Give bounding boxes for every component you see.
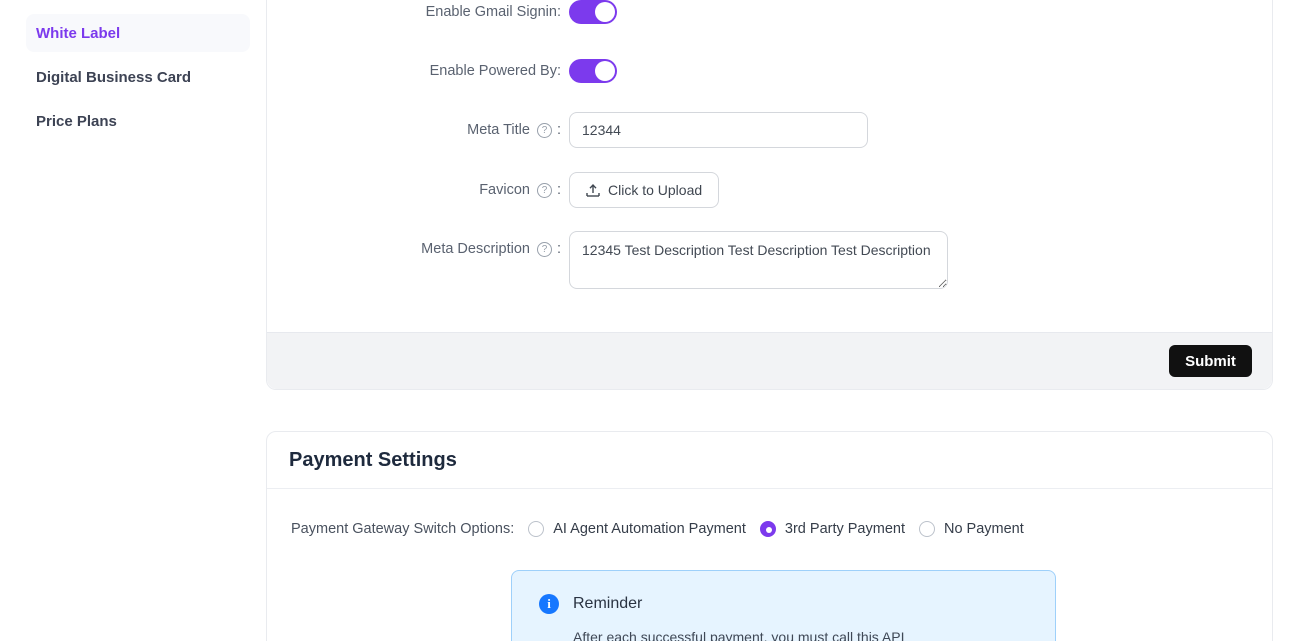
form-footer: Submit [267,332,1272,389]
sidebar-item-digital-business-card[interactable]: Digital Business Card [26,58,250,96]
toggle-knob [595,2,615,22]
enable-gmail-row: Enable Gmail Signin: [267,0,1272,25]
enable-powered-by-toggle[interactable] [569,59,617,83]
payment-settings-header: Payment Settings [267,432,1272,489]
enable-gmail-label: Enable Gmail Signin: [267,4,561,20]
reminder-title: Reminder [573,595,642,613]
payment-gateway-options-row: Payment Gateway Switch Options: AI Agent… [291,516,1024,542]
favicon-upload-button[interactable]: Click to Upload [569,172,719,208]
white-label-card: Enable Gmail Signin: Enable Powered By: … [266,0,1273,390]
sidebar-item-label: Price Plans [36,113,117,130]
enable-powered-by-label: Enable Powered By: [267,63,561,79]
payment-gateway-options-label: Payment Gateway Switch Options: [291,521,514,537]
meta-title-input[interactable] [569,112,868,148]
meta-title-label: Meta Title ? : [267,122,561,138]
payment-settings-card: Payment Settings Payment Gateway Switch … [266,431,1273,641]
favicon-row: Favicon ? : Click to Upload [267,172,1272,208]
info-icon: i [539,594,559,614]
radio-icon-selected [760,521,776,537]
enable-gmail-toggle[interactable] [569,0,617,24]
enable-powered-by-row: Enable Powered By: [267,58,1272,84]
radio-3rd-party-payment[interactable]: 3rd Party Payment [760,521,905,537]
meta-description-label: Meta Description ? : [267,231,561,257]
reminder-body: After each successful payment, you must … [573,629,904,641]
meta-description-textarea[interactable]: 12345 Test Description Test Description … [569,231,948,289]
radio-ai-agent-automation-payment[interactable]: AI Agent Automation Payment [528,521,746,537]
payment-settings-title: Payment Settings [289,449,457,472]
help-icon[interactable]: ? [537,183,552,198]
sidebar-item-price-plans[interactable]: Price Plans [26,102,250,140]
sidebar-item-label: White Label [36,25,120,42]
reminder-alert: i Reminder After each successful payment… [511,570,1056,641]
meta-title-row: Meta Title ? : [267,112,1272,148]
radio-no-payment[interactable]: No Payment [919,521,1024,537]
upload-button-label: Click to Upload [608,182,702,198]
help-icon[interactable]: ? [537,123,552,138]
help-icon[interactable]: ? [537,242,552,257]
sidebar-item-white-label[interactable]: White Label [26,14,250,52]
sidebar: White Label Digital Business Card Price … [26,14,250,146]
submit-button[interactable]: Submit [1169,345,1252,377]
sidebar-item-label: Digital Business Card [36,69,191,86]
favicon-label: Favicon ? : [267,182,561,198]
upload-icon [586,183,600,197]
radio-icon [528,521,544,537]
radio-icon [919,521,935,537]
page: White Label Digital Business Card Price … [0,0,1289,641]
toggle-knob [595,61,615,81]
meta-description-row: Meta Description ? : 12345 Test Descript… [267,231,1272,291]
